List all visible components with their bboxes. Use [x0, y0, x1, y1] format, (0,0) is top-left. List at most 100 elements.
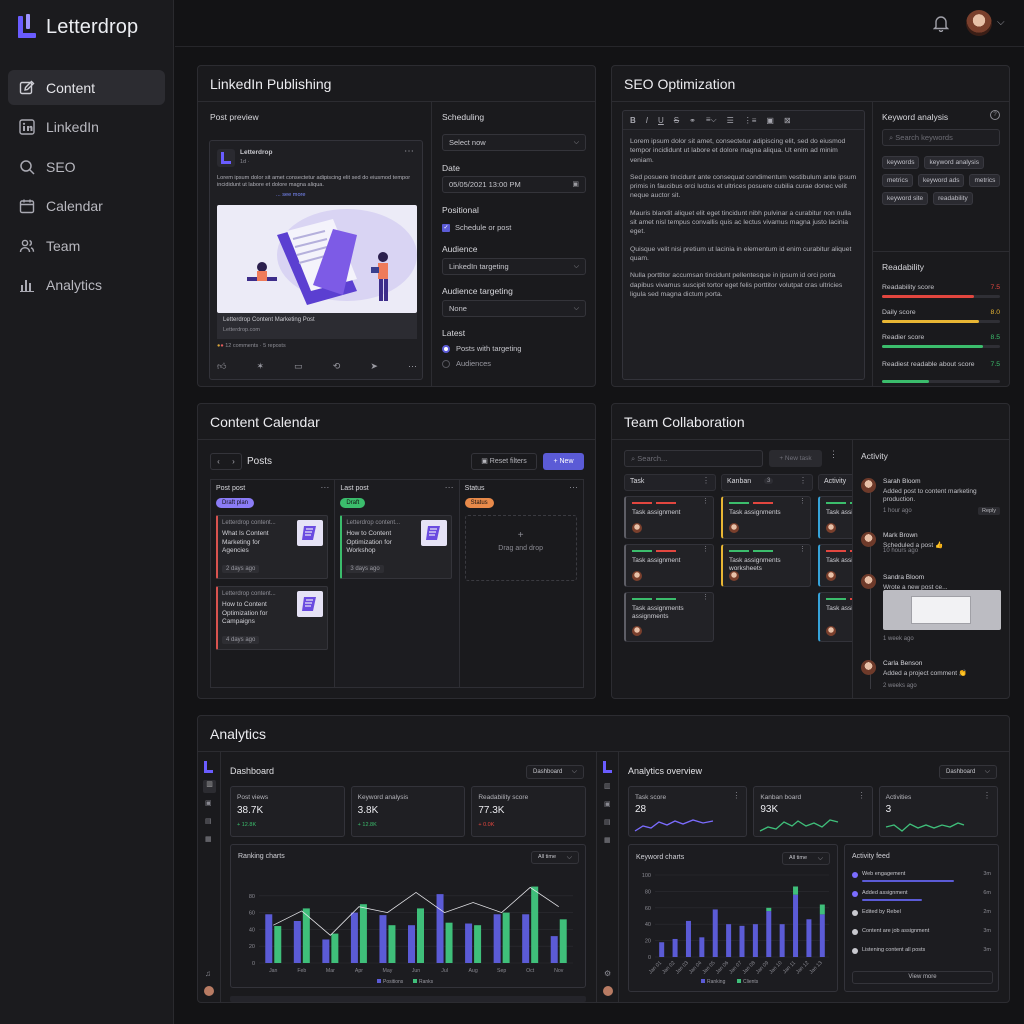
radio-audiences[interactable]: Audiences: [442, 359, 491, 368]
keyword-search-input[interactable]: ⌕ Search keywords: [882, 129, 1000, 146]
chart-range-dropdown[interactable]: All time ⌵: [782, 852, 830, 865]
image-icon[interactable]: ▣: [604, 800, 611, 808]
letterdrop-logo-icon[interactable]: [603, 760, 613, 778]
strikethrough-icon[interactable]: S: [674, 116, 679, 125]
sidebar-item-linkedin[interactable]: LinkedIn: [8, 110, 165, 145]
keyword-tag[interactable]: keyword analysis: [924, 156, 984, 169]
activity-avatar[interactable]: [861, 660, 876, 675]
task-card[interactable]: ⋮ Task assignments worksheets: [721, 544, 811, 587]
activity-avatar[interactable]: [861, 478, 876, 493]
stat-card[interactable]: Post views 38.7K + 12.8K: [230, 786, 345, 837]
more-options-icon[interactable]: ⋯: [569, 482, 578, 493]
more-options-icon[interactable]: ⋮: [799, 497, 806, 505]
calendar-icon[interactable]: ▤: [205, 817, 212, 825]
new-task-button[interactable]: + New task: [769, 450, 822, 467]
settings-icon[interactable]: ⚙: [604, 969, 611, 978]
more-options-icon[interactable]: ⋮: [702, 497, 709, 505]
grid-icon[interactable]: ▦: [604, 836, 611, 844]
keyword-tag[interactable]: keywords: [882, 156, 920, 169]
task-card[interactable]: ⋮Task assig...: [818, 496, 853, 539]
more-icon[interactable]: ⋯: [408, 361, 417, 372]
schedule-checkbox[interactable]: ✓ Schedule or post: [442, 223, 511, 232]
sidebar-item-seo[interactable]: SEO: [8, 149, 165, 184]
reply-button[interactable]: Reply: [978, 507, 1001, 515]
scheduling-select[interactable]: Select now ⌵: [442, 134, 586, 151]
team-search-input[interactable]: ⌕ Search...: [624, 450, 763, 467]
chevron-left-icon[interactable]: ‹: [211, 454, 226, 469]
calendar-card[interactable]: Letterdrop content... How to Content Opti…: [340, 515, 453, 579]
new-post-button[interactable]: + New: [543, 453, 584, 470]
chevron-right-icon[interactable]: ›: [226, 454, 241, 469]
more-options-icon[interactable]: ⋯: [445, 482, 454, 493]
more-options-icon[interactable]: ⋮: [829, 449, 838, 460]
comment-icon[interactable]: ▭: [294, 361, 303, 372]
sidebar-item-analytics[interactable]: Analytics: [8, 268, 165, 303]
overview-dropdown[interactable]: Dashboard ⌵: [939, 765, 997, 779]
more-options-icon[interactable]: ⋮: [702, 545, 709, 553]
more-options-icon[interactable]: ⋮: [702, 593, 709, 601]
sidebar-item-calendar[interactable]: Calendar: [8, 189, 165, 224]
user-avatar[interactable]: [966, 10, 992, 36]
drop-zone[interactable]: + Drag and drop: [464, 515, 577, 581]
chevron-down-icon[interactable]: ⌵: [997, 17, 1005, 28]
more-options-icon[interactable]: ⋯: [404, 146, 414, 157]
image-icon[interactable]: ▣: [205, 799, 212, 807]
italic-icon[interactable]: I: [646, 116, 648, 125]
task-card[interactable]: ⋮ Task assignment: [624, 496, 714, 539]
radio-posts-targeting[interactable]: Posts with targeting: [442, 344, 521, 353]
calendar-card[interactable]: Letterdrop content... How to Content Opti…: [216, 586, 328, 650]
brand-logo[interactable]: Letterdrop: [18, 14, 138, 40]
user-avatar[interactable]: [204, 986, 214, 996]
feed-item[interactable]: Content are job assignment 3m: [852, 928, 993, 947]
audience-select[interactable]: LinkedIn targeting ⌵: [442, 258, 586, 275]
more-options-icon[interactable]: ⋮: [858, 791, 866, 800]
overview-stat-card[interactable]: Task score ⋮ 28: [628, 786, 748, 837]
reset-filters-button[interactable]: ▣ Reset filters: [471, 453, 537, 470]
help-icon[interactable]: ?: [990, 110, 1000, 120]
bullet-list-icon[interactable]: ☰: [727, 116, 734, 125]
celebrate-icon[interactable]: ✶: [256, 361, 264, 372]
more-options-icon[interactable]: ⋮: [702, 476, 710, 485]
like-icon[interactable]: 👍︎: [217, 361, 226, 372]
keyword-tag[interactable]: metrics: [882, 174, 913, 187]
stat-card[interactable]: Readability score 77.3K + 0.0K: [471, 786, 587, 837]
clear-format-icon[interactable]: ⊠: [784, 116, 791, 125]
feed-item[interactable]: Added assignment 6m: [852, 890, 993, 909]
keyword-tag[interactable]: metrics: [969, 174, 1001, 187]
dashboard-dropdown[interactable]: Dashboard ⌵: [526, 765, 584, 779]
grid-icon[interactable]: ▦: [205, 835, 212, 843]
sidebar-item-content[interactable]: Content: [8, 70, 165, 105]
attachment-preview[interactable]: [883, 590, 1001, 630]
task-card[interactable]: ⋮Task assig...: [818, 544, 853, 587]
stat-card[interactable]: Keyword analysis 3.8K + 12.8K: [350, 786, 466, 837]
task-card[interactable]: ⋮ Task assignment: [624, 544, 714, 587]
more-options-icon[interactable]: ⋯: [320, 482, 329, 493]
task-card[interactable]: ⋮ Task assignments: [721, 496, 811, 539]
analytics-icon[interactable]: ▥: [604, 782, 611, 790]
analytics-icon[interactable]: ▥: [203, 780, 216, 793]
user-avatar[interactable]: [603, 986, 613, 996]
image-icon[interactable]: ▣: [766, 116, 774, 125]
repost-icon[interactable]: ⟲: [333, 361, 341, 372]
task-card[interactable]: ⋮ Task assignments assignments: [624, 592, 714, 642]
bold-icon[interactable]: B: [630, 116, 636, 125]
keyword-tag[interactable]: keyword ads: [917, 174, 965, 187]
link-icon[interactable]: ⚭: [689, 116, 696, 125]
feed-item[interactable]: Listening content all posts 3m: [852, 947, 993, 966]
feed-item[interactable]: Web engagement 3m: [852, 871, 993, 890]
send-icon[interactable]: ➤: [370, 361, 378, 372]
seo-editor[interactable]: B I U S ⚭ ≡⌵ ☰ ⋮≡ ▣ ⊠ Lorem ipsum dolor sit amet,…: [622, 110, 865, 380]
view-more-button[interactable]: View more: [852, 971, 993, 984]
more-options-icon[interactable]: ⋮: [732, 791, 740, 800]
feed-item[interactable]: Edited by Rebel 2m: [852, 909, 993, 928]
date-input[interactable]: 05/05/2021 13:00 PM ▣: [442, 176, 586, 193]
align-icon[interactable]: ≡⌵: [706, 115, 717, 125]
overview-stat-card[interactable]: Kanban board ⋮ 93K: [753, 786, 873, 837]
audience-targeting-select[interactable]: None ⌵: [442, 300, 586, 317]
see-more-link[interactable]: ... see more: [276, 192, 306, 198]
activity-avatar[interactable]: [861, 574, 876, 589]
more-options-icon[interactable]: ⋮: [983, 791, 991, 800]
bell-icon[interactable]: [932, 14, 950, 37]
sidebar-item-team[interactable]: Team: [8, 228, 165, 263]
calendar-card[interactable]: Letterdrop content... What Is Content Mar…: [216, 515, 328, 579]
